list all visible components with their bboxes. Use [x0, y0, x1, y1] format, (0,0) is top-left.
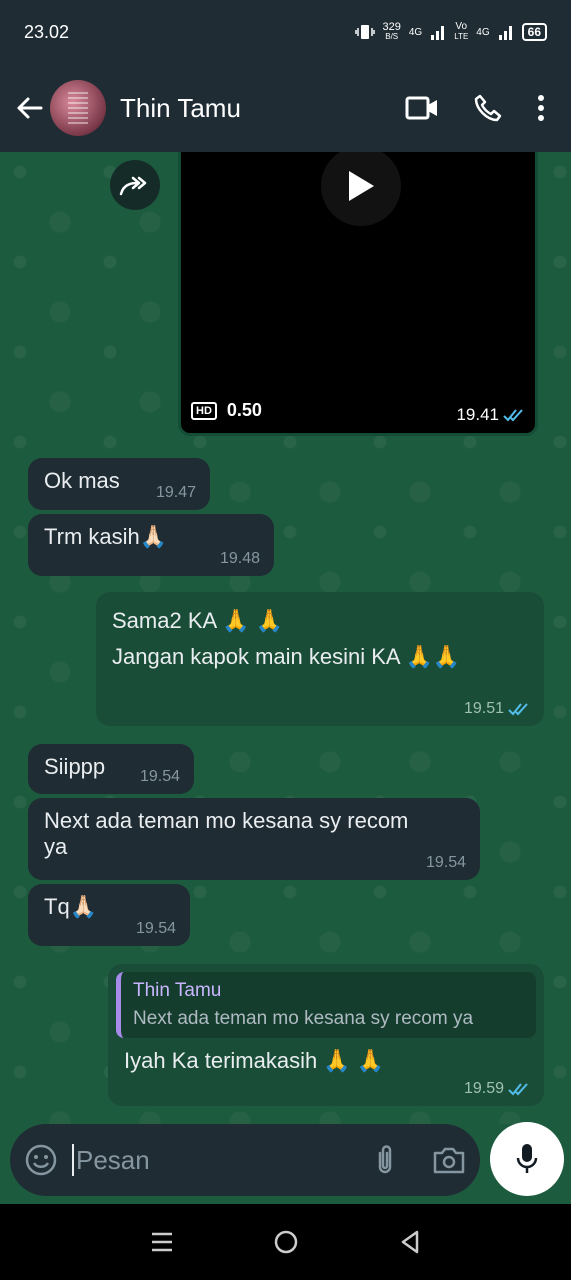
contact-name[interactable]: Thin Tamu [120, 93, 405, 124]
message-text: ya [44, 834, 68, 859]
chat-area[interactable]: HD 0.50 19.41 Ok mas 19.47 Trm kasih🙏🏻 1… [0, 152, 571, 1124]
message-status: 19.51 [464, 700, 530, 718]
status-time: 23.02 [24, 21, 70, 42]
home-icon[interactable] [273, 1229, 299, 1255]
message-status: 19.59 [464, 1080, 530, 1098]
mic-icon [516, 1144, 538, 1173]
message-time: 19.54 [139, 768, 180, 785]
message-time: 19.54 [425, 854, 466, 871]
emoji-icon[interactable] [24, 1143, 58, 1177]
video-call-icon[interactable] [405, 95, 439, 121]
read-ticks-icon [503, 409, 523, 422]
quoted-message[interactable]: Thin Tamu Next ada teman mo kesana sy re… [116, 972, 536, 1038]
volte-badge: Vo LTE [454, 21, 469, 42]
read-ticks-icon [508, 1083, 528, 1096]
quoted-text: Next ada teman mo kesana sy recom ya [133, 1008, 474, 1029]
read-ticks-icon [508, 703, 528, 716]
message-bubble-incoming[interactable]: Siippp 19.54 [28, 744, 194, 794]
back-button[interactable] [12, 91, 46, 125]
status-icons: 329 B/S 4G Vo LTE 4G 66 [354, 21, 547, 42]
voice-record-button[interactable] [490, 1122, 564, 1196]
play-icon [349, 171, 374, 201]
back-nav-icon[interactable] [399, 1229, 421, 1255]
message-text: Siippp [44, 754, 106, 779]
more-options-icon[interactable] [537, 94, 545, 122]
message-text: Sama2 KA 🙏 🙏 [112, 608, 283, 633]
message-bubble-outgoing[interactable]: Thin Tamu Next ada teman mo kesana sy re… [108, 964, 544, 1106]
message-text: Iyah Ka terimakasih 🙏 🙏 [124, 1048, 385, 1073]
play-button[interactable] [321, 152, 401, 226]
message-input[interactable]: Pesan [72, 1144, 372, 1176]
message-text: Ok mas [44, 468, 120, 493]
hd-badge: HD [191, 401, 217, 420]
avatar[interactable] [50, 80, 106, 136]
composer: Pesan [0, 1122, 571, 1204]
message-text: Tq🙏🏻 [44, 894, 98, 919]
message-text: Trm kasih🙏🏻 [44, 524, 168, 549]
camera-icon[interactable] [432, 1145, 466, 1175]
back-arrow-icon [17, 97, 43, 119]
message-time: 19.54 [135, 920, 176, 937]
message-bubble-incoming[interactable]: Next ada teman mo kesana sy recom ya 19.… [28, 798, 480, 880]
message-text: Jangan kapok main kesini KA 🙏🙏 [112, 644, 461, 669]
video-duration: HD 0.50 [191, 400, 262, 421]
video-length: 0.50 [226, 400, 262, 420]
system-nav-bar [0, 1204, 571, 1280]
attach-icon[interactable] [372, 1143, 398, 1177]
net-speed: 329 B/S [382, 21, 401, 42]
forward-icon [119, 176, 147, 196]
message-text: Next ada teman mo kesana sy recom [44, 808, 409, 833]
message-bubble-incoming[interactable]: Tq🙏🏻 19.54 [28, 884, 190, 946]
chat-header: Thin Tamu [0, 64, 571, 152]
message-bubble-outgoing[interactable]: Sama2 KA 🙏 🙏 Jangan kapok main kesini KA… [96, 592, 544, 726]
battery-indicator: 66 [521, 23, 547, 41]
signal-icon-2 [498, 26, 512, 40]
forward-button[interactable] [110, 160, 160, 210]
message-time: 19.48 [219, 550, 260, 567]
network-type-1: 4G [408, 26, 423, 38]
signal-icon-1 [431, 26, 445, 40]
status-bar: 23.02 329 B/S 4G Vo LTE 4G 66 [0, 0, 571, 64]
network-type-2: 4G [476, 26, 490, 38]
message-time: 19.47 [155, 484, 196, 501]
message-bubble-incoming[interactable]: Trm kasih🙏🏻 19.48 [28, 514, 274, 576]
phone-call-icon[interactable] [473, 93, 503, 123]
vibrate-icon [354, 25, 375, 39]
message-time: 19.41 [456, 405, 525, 425]
quoted-sender: Thin Tamu [133, 980, 222, 1001]
message-input-container[interactable]: Pesan [10, 1124, 480, 1196]
video-message[interactable]: HD 0.50 19.41 [178, 152, 538, 436]
message-bubble-incoming[interactable]: Ok mas 19.47 [28, 458, 210, 510]
recents-icon[interactable] [150, 1231, 174, 1253]
